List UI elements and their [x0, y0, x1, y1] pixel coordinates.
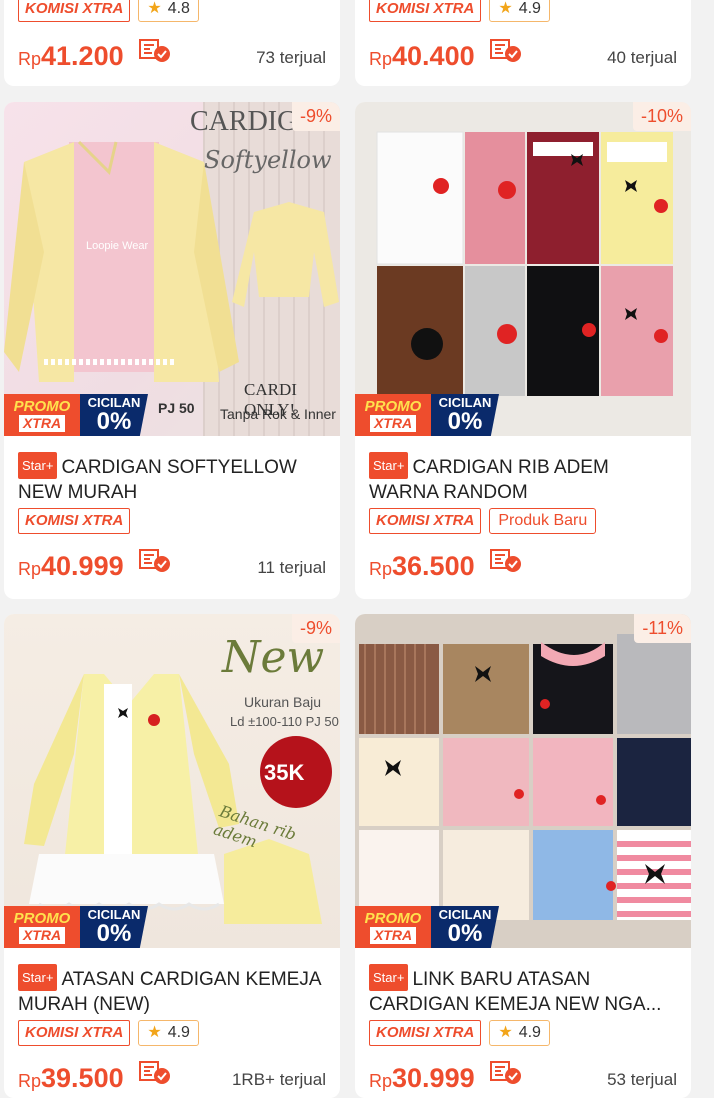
tag-row: KOMISI XTRA Produk Baru [369, 508, 597, 534]
star-plus-badge: Star+ [18, 452, 58, 479]
cicilan-badge: CICILAN 0% [80, 906, 148, 948]
komisi-xtra-tag: KOMISI XTRA [18, 508, 131, 534]
discount-badge: -10% [632, 102, 691, 131]
price: Rp39.500 [18, 1063, 124, 1093]
installment-check-icon [489, 37, 523, 68]
star-icon: ★ [498, 0, 513, 17]
tanpa-rok-text: Tanpa Rok & Inner [220, 406, 336, 422]
price-row: Rp30.999 53 terjual [369, 1060, 677, 1094]
product-image[interactable]: -11% PROMO XTRA CICILAN 0% [355, 614, 691, 948]
price-stamp-text: 35K [264, 760, 305, 785]
price-row: Rp40.999 11 terjual [18, 548, 326, 582]
star-icon: ★ [147, 0, 162, 17]
rating-tag: ★ 4.8 [138, 0, 199, 22]
tag-row: KOMISI XTRA ★ 4.8 [18, 0, 199, 22]
komisi-xtra-tag: KOMISI XTRA [369, 1020, 482, 1046]
discount-badge: -9% [291, 102, 340, 131]
product-title[interactable]: Star+ CARDIGAN RIB ADEM WARNA RANDOM [369, 452, 677, 505]
cicilan-badge: CICILAN 0% [80, 394, 148, 436]
product-photo [376, 131, 673, 396]
komisi-xtra-tag: KOMISI XTRA [18, 1020, 131, 1046]
image-subtitle-text: Softyellow [204, 146, 332, 174]
product-card[interactable]: KOMISI XTRA ★ 4.8 Rp41.200 73 terjual [4, 0, 340, 86]
sold-count: 73 terjual [256, 48, 326, 67]
installment-check-icon [489, 1059, 523, 1090]
promo-xtra-badge: PROMO XTRA CICILAN 0% [355, 394, 505, 436]
star-icon: ★ [498, 1024, 513, 1041]
promo-xtra-badge: PROMO XTRA CICILAN 0% [355, 906, 505, 948]
tag-row: KOMISI XTRA ★ 4.9 [369, 0, 550, 22]
product-photo [359, 634, 691, 920]
sold-count: 40 terjual [607, 48, 677, 67]
price: Rp36.500 [369, 551, 475, 581]
installment-check-icon [138, 37, 172, 68]
promo-xtra-badge: PROMO XTRA CICILAN 0% [4, 394, 154, 436]
discount-badge: -9% [291, 614, 340, 643]
product-card[interactable]: New Ukuran Baju Ld ±100-110 PJ 50 35K Ba… [4, 614, 340, 1098]
price-row: Rp39.500 1RB+ terjual [18, 1060, 326, 1094]
star-plus-badge: Star+ [369, 452, 409, 479]
ukuran-text: Ukuran Baju [244, 694, 322, 710]
watermark-text: Loopie Wear [86, 240, 149, 252]
star-plus-badge: Star+ [369, 964, 409, 991]
installment-check-icon [138, 547, 172, 578]
tag-row: KOMISI XTRA ★ 4.9 [369, 1020, 550, 1046]
product-card[interactable]: -10% PROMO XTRA CICILAN 0% Star+ CARDIGAN R… [355, 102, 691, 599]
komisi-xtra-tag: KOMISI XTRA [18, 0, 131, 22]
product-card[interactable]: CARDIGAN Softyellow Loopie Wear CARDI ON… [4, 102, 340, 599]
komisi-xtra-tag: KOMISI XTRA [369, 508, 482, 534]
tag-row: KOMISI XTRA ★ 4.9 [18, 1020, 199, 1046]
price-row: Rp36.500 [369, 548, 677, 582]
installment-check-icon [138, 1059, 172, 1090]
discount-badge: -11% [634, 614, 691, 643]
price: Rp41.200 [18, 41, 124, 71]
rating-tag: ★ 4.9 [489, 1020, 550, 1046]
sold-count: 1RB+ terjual [231, 1070, 326, 1089]
star-plus-badge: Star+ [18, 964, 58, 991]
cicilan-badge: CICILAN 0% [431, 906, 499, 948]
cicilan-badge: CICILAN 0% [431, 394, 499, 436]
produk-baru-tag: Produk Baru [489, 508, 597, 534]
product-title[interactable]: Star+ ATASAN CARDIGAN KEMEJA MURAH (NEW) [18, 964, 326, 1017]
rating-tag: ★ 4.9 [138, 1020, 199, 1046]
product-title[interactable]: Star+ LINK BARU ATASAN CARDIGAN KEMEJA NE… [369, 964, 677, 1017]
price-row: Rp41.200 73 terjual [18, 38, 326, 72]
product-image[interactable]: -10% PROMO XTRA CICILAN 0% [355, 102, 691, 436]
sold-count: 11 terjual [257, 558, 326, 577]
price: Rp40.999 [18, 551, 124, 581]
tag-row: KOMISI XTRA [18, 508, 131, 534]
sold-count: 53 terjual [607, 1070, 677, 1089]
product-image[interactable]: New Ukuran Baju Ld ±100-110 PJ 50 35K Ba… [4, 614, 340, 948]
product-card[interactable]: -11% PROMO XTRA CICILAN 0% Star+ LINK BARU … [355, 614, 691, 1098]
product-title[interactable]: Star+ CARDIGAN SOFTYELLOW NEW MURAH [18, 452, 326, 505]
product-image[interactable]: CARDIGAN Softyellow Loopie Wear CARDI ON… [4, 102, 340, 436]
price: Rp30.999 [369, 1063, 475, 1093]
ld-text: Ld ±100-110 PJ 50 [230, 714, 339, 729]
pj-text: PJ 50 [158, 400, 195, 416]
price-row: Rp40.400 40 terjual [369, 38, 677, 72]
price: Rp40.400 [369, 41, 475, 71]
installment-check-icon [489, 547, 523, 578]
komisi-xtra-tag: KOMISI XTRA [369, 0, 482, 22]
rating-tag: ★ 4.9 [489, 0, 550, 22]
product-card[interactable]: KOMISI XTRA ★ 4.9 Rp40.400 40 terjual [355, 0, 691, 86]
star-icon: ★ [147, 1024, 162, 1041]
promo-xtra-badge: PROMO XTRA CICILAN 0% [4, 906, 154, 948]
